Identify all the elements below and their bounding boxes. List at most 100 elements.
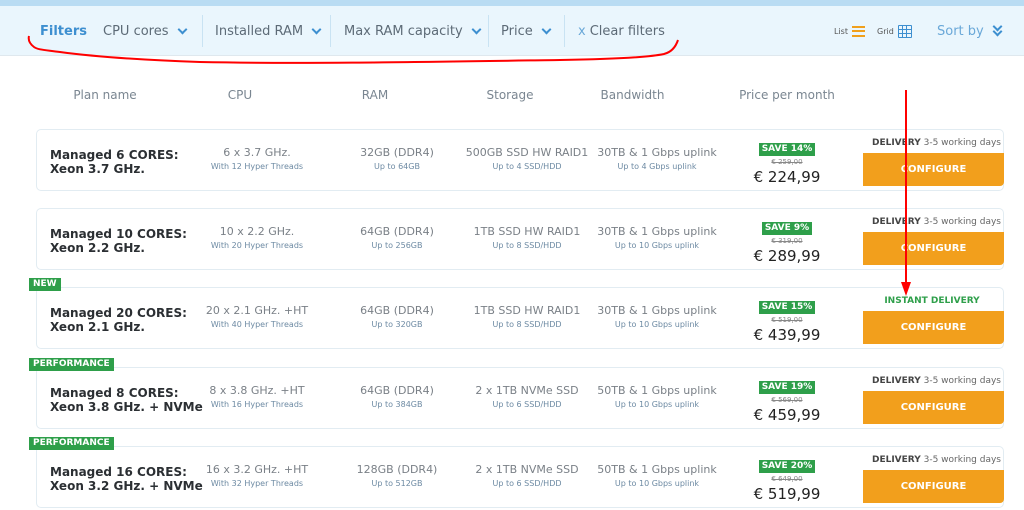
storage-subtext: Up to 8 SSD/HDD	[492, 320, 562, 329]
plan-name-line2: Xeon 2.2 GHz.	[50, 241, 145, 255]
filter-cpu-cores-dropdown[interactable]: CPU cores	[103, 6, 187, 56]
cpu-subtext: With 16 Hyper Threads	[210, 400, 304, 409]
bandwidth-spec: 30TB & 1 Gbps uplink Up to 10 Gbps uplin…	[587, 225, 727, 252]
plan-row: Managed 6 CORES: Xeon 3.7 GHz. 6 x 3.7 G…	[36, 129, 1004, 191]
ram-subtext: Up to 384GB	[371, 400, 423, 409]
filter-installed-ram-dropdown[interactable]: Installed RAM	[215, 6, 322, 56]
delivery-info: DELIVERY 3-5 working days	[863, 453, 1005, 467]
storage-value: 2 x 1TB NVMe SSD	[475, 384, 579, 397]
delivery-label: DELIVERY	[871, 455, 921, 465]
delivery-label: DELIVERY	[871, 376, 921, 386]
col-cpu: CPU	[227, 88, 253, 102]
divider	[202, 15, 203, 47]
bandwidth-spec: 30TB & 1 Gbps uplink Up to 10 Gbps uplin…	[587, 304, 727, 331]
configure-button[interactable]: CONFIGURE	[863, 153, 1004, 186]
bandwidth-spec: 50TB & 1 Gbps uplink Up to 10 Gbps uplin…	[587, 463, 727, 490]
storage-value: 2 x 1TB NVMe SSD	[475, 463, 579, 476]
ram-subtext: Up to 512GB	[371, 479, 423, 488]
ram-subtext: Up to 64GB	[374, 162, 420, 171]
filter-max-ram-dropdown[interactable]: Max RAM capacity	[344, 6, 482, 56]
divider	[564, 15, 565, 47]
sort-by-label: Sort by	[937, 23, 984, 39]
col-price: Price per month	[739, 88, 835, 102]
plan-name-line1: Managed 16 CORES:	[50, 465, 187, 479]
chevron-down-icon	[311, 24, 322, 34]
bandwidth-spec: 30TB & 1 Gbps uplink Up to 4 Gbps uplink	[587, 146, 727, 173]
plan-name-line1: Managed 10 CORES:	[50, 227, 187, 241]
configure-button[interactable]: CONFIGURE	[863, 311, 1004, 344]
save-badge: SAVE 15%	[758, 301, 816, 314]
filter-installed-ram-label: Installed RAM	[215, 23, 304, 39]
plan-name-line2: Xeon 3.2 GHz. + NVMe	[50, 479, 203, 493]
cpu-value: 10 x 2.2 GHz.	[219, 225, 295, 238]
delivery-time: 3-5 working days	[923, 138, 1001, 148]
col-ram: RAM	[361, 88, 389, 102]
filter-bar: Filters CPU cores Installed RAM Max RAM …	[0, 6, 1024, 56]
bandwidth-subtext: Up to 10 Gbps uplink	[614, 479, 700, 488]
ram-value: 64GB (DDR4)	[360, 384, 434, 397]
cpu-spec: 16 x 3.2 GHz. +HT With 32 Hyper Threads	[197, 463, 317, 490]
cpu-subtext: With 40 Hyper Threads	[210, 320, 304, 329]
storage-value: 500GB SSD HW RAID1	[465, 146, 589, 159]
delivery-label: DELIVERY	[871, 217, 921, 227]
plan-row: Managed 10 CORES: Xeon 2.2 GHz. 10 x 2.2…	[36, 208, 1004, 270]
ram-spec: 32GB (DDR4) Up to 64GB	[337, 146, 457, 173]
filter-price-label: Price	[501, 23, 533, 39]
ram-spec: 128GB (DDR4) Up to 512GB	[337, 463, 457, 490]
save-badge: SAVE 9%	[761, 222, 813, 235]
bandwidth-subtext: Up to 4 Gbps uplink	[617, 162, 697, 171]
bandwidth-value: 30TB & 1 Gbps uplink	[597, 146, 717, 159]
storage-spec: 1TB SSD HW RAID1 Up to 8 SSD/HDD	[457, 304, 597, 331]
instant-delivery-label: INSTANT DELIVERY	[884, 296, 980, 306]
old-price: € 569,00	[771, 396, 803, 404]
plan-name: Managed 16 CORES: Xeon 3.2 GHz. + NVMe	[50, 465, 210, 493]
plan-name: Managed 8 CORES: Xeon 3.8 GHz. + NVMe	[50, 386, 210, 414]
plan-name-line1: Managed 20 CORES:	[50, 306, 187, 320]
list-view-button[interactable]: List	[834, 6, 865, 56]
price-block: SAVE 14% € 259,00 € 224,99	[737, 136, 837, 186]
grid-view-button[interactable]: Grid	[877, 6, 912, 56]
plan-ribbon-badge: PERFORMANCE	[29, 358, 114, 371]
plan-ribbon-badge: NEW	[29, 278, 61, 291]
divider	[488, 15, 489, 47]
price-block: SAVE 20% € 649,00 € 519,99	[737, 453, 837, 503]
filter-price-dropdown[interactable]: Price	[501, 6, 552, 56]
current-price: € 459,99	[753, 406, 821, 424]
delivery-label: DELIVERY	[871, 138, 921, 148]
price-block: SAVE 19% € 569,00 € 459,99	[737, 374, 837, 424]
configure-button[interactable]: CONFIGURE	[863, 391, 1004, 424]
configure-button[interactable]: CONFIGURE	[863, 470, 1004, 503]
divider	[330, 15, 331, 47]
configure-button[interactable]: CONFIGURE	[863, 232, 1004, 265]
old-price: € 259,00	[771, 158, 803, 166]
ram-value: 64GB (DDR4)	[360, 304, 434, 317]
cpu-spec: 20 x 2.1 GHz. +HT With 40 Hyper Threads	[197, 304, 317, 331]
delivery-info: DELIVERY 3-5 working days	[863, 374, 1005, 388]
ram-spec: 64GB (DDR4) Up to 384GB	[337, 384, 457, 411]
plan-row: PERFORMANCE Managed 16 CORES: Xeon 3.2 G…	[29, 437, 1005, 508]
chevron-down-icon	[471, 24, 482, 34]
current-price: € 519,99	[753, 485, 821, 503]
plan-name: Managed 20 CORES: Xeon 2.1 GHz.	[50, 306, 210, 334]
plan-name-line2: Xeon 3.7 GHz.	[50, 162, 145, 176]
grid-view-label: Grid	[877, 26, 894, 36]
bandwidth-value: 50TB & 1 Gbps uplink	[597, 463, 717, 476]
ram-spec: 64GB (DDR4) Up to 256GB	[337, 225, 457, 252]
clear-filters-button[interactable]: x Clear filters	[578, 6, 665, 56]
price-block: SAVE 9% € 319,00 € 289,99	[737, 215, 837, 265]
chevron-down-icon	[177, 24, 187, 34]
col-storage: Storage	[486, 88, 534, 102]
delivery-info: DELIVERY 3-5 working days	[863, 215, 1005, 229]
ram-value: 64GB (DDR4)	[360, 225, 434, 238]
delivery-info: DELIVERY 3-5 working days	[863, 136, 1005, 150]
col-plan-name: Plan name	[73, 88, 137, 102]
double-chevron-down-icon	[992, 21, 1004, 38]
plan-name-line2: Xeon 2.1 GHz.	[50, 320, 145, 334]
bandwidth-value: 30TB & 1 Gbps uplink	[597, 225, 717, 238]
cpu-spec: 10 x 2.2 GHz. With 20 Hyper Threads	[197, 225, 317, 252]
old-price: € 319,00	[771, 237, 803, 245]
column-headers: Plan name CPU RAM Storage Bandwidth Pric…	[0, 88, 1024, 108]
storage-spec: 500GB SSD HW RAID1 Up to 4 SSD/HDD	[457, 146, 597, 173]
sort-by-button[interactable]: Sort by	[937, 6, 1004, 56]
old-price: € 519,00	[771, 316, 803, 324]
